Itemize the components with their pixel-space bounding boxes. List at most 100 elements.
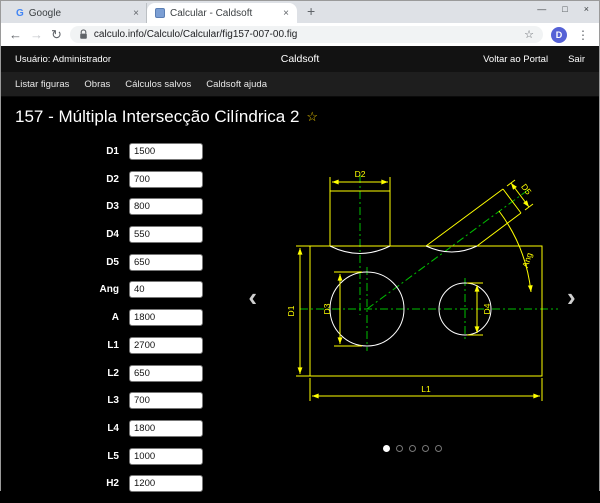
- field-input-d3[interactable]: [129, 198, 203, 216]
- logout-link[interactable]: Sair: [568, 54, 585, 65]
- form-row: D4: [1, 226, 225, 244]
- user-label: Usuário: Administrador: [15, 53, 112, 65]
- form-row: D2: [1, 170, 225, 188]
- profile-avatar[interactable]: D: [551, 26, 567, 43]
- field-input-d5[interactable]: [129, 253, 203, 271]
- dim-label-d3: D3: [322, 303, 332, 314]
- form-row: D3: [1, 198, 225, 216]
- field-label-d2: D2: [106, 173, 119, 185]
- form-row: A: [1, 309, 225, 327]
- tab-close-icon[interactable]: ×: [283, 8, 289, 19]
- new-tab-button[interactable]: +: [307, 3, 315, 19]
- field-input-l1[interactable]: [129, 336, 203, 354]
- form-row: L1: [1, 336, 225, 354]
- dim-label-d2: D2: [355, 169, 366, 179]
- nav-item-caldsoft-ajuda[interactable]: Caldsoft ajuda: [206, 79, 267, 90]
- minimize-icon[interactable]: —: [537, 4, 546, 14]
- tab-calcular-caldsoft[interactable]: Calcular - Caldsoft ×: [147, 3, 297, 23]
- close-icon[interactable]: ×: [584, 4, 589, 14]
- carousel-dot[interactable]: [382, 445, 390, 452]
- caldsoft-favicon-icon: [155, 8, 165, 18]
- favorite-star-icon[interactable]: ☆: [306, 109, 318, 125]
- field-label-d3: D3: [106, 201, 119, 213]
- dim-label-d1: D1: [286, 305, 296, 316]
- parameter-form: D1 D2 D3 D4 D5 Ang A L1 L2 L3 L4 L5 H2: [1, 143, 225, 503]
- forward-icon[interactable]: →: [30, 28, 43, 41]
- maximize-icon[interactable]: □: [562, 4, 567, 14]
- field-label-d5: D5: [106, 256, 119, 268]
- site-nav: Listar figuras Obras Cálculos salvos Cal…: [1, 72, 599, 97]
- browser-window: G Google × Calcular - Caldsoft × + — □ ×…: [0, 0, 600, 503]
- lock-icon: [80, 29, 87, 39]
- field-label-l3: L3: [107, 395, 119, 407]
- field-label-l4: L4: [107, 422, 119, 434]
- oblique-intersection-curve: [425, 245, 478, 253]
- top-intersection-curve: [329, 245, 391, 254]
- form-row: Ang: [1, 281, 225, 299]
- carousel-next-icon[interactable]: ›: [567, 284, 576, 310]
- browser-navbar: ← → ↻ calculo.info/Calculo/Calcular/fig1…: [1, 23, 599, 46]
- field-label-a: A: [111, 312, 119, 324]
- carousel-dot[interactable]: [395, 445, 403, 452]
- field-input-l3[interactable]: [129, 392, 203, 410]
- intersection-geometry: [329, 245, 492, 347]
- form-row: L2: [1, 364, 225, 382]
- dimensions: [296, 177, 543, 401]
- figure-carousel: ‹ D1 D2 D3 D4 D5 Ang L1 ›: [225, 149, 599, 409]
- address-bar[interactable]: calculo.info/Calculo/Calcular/fig157-007…: [69, 26, 543, 43]
- tab-strip: G Google × Calcular - Caldsoft × + — □ ×: [1, 1, 599, 23]
- nav-item-calculos-salvos[interactable]: Cálculos salvos: [125, 79, 191, 90]
- field-label-l2: L2: [107, 367, 119, 379]
- field-input-l4[interactable]: [129, 419, 203, 437]
- carousel-dot[interactable]: [408, 445, 416, 452]
- field-input-l5[interactable]: [129, 447, 203, 465]
- window-controls: — □ ×: [537, 4, 589, 14]
- url-text[interactable]: calculo.info/Calculo/Calcular/fig157-007…: [94, 29, 518, 40]
- field-input-d1[interactable]: [129, 143, 203, 160]
- portal-link[interactable]: Voltar ao Portal: [483, 54, 548, 65]
- form-row: D5: [1, 253, 225, 271]
- nav-item-obras[interactable]: Obras: [84, 79, 110, 90]
- bookmark-star-icon[interactable]: ☆: [524, 28, 534, 41]
- oblique-cylinder: [425, 188, 522, 247]
- form-row: L5: [1, 447, 225, 465]
- form-row: L4: [1, 419, 225, 437]
- back-icon[interactable]: ←: [9, 28, 22, 41]
- field-input-a[interactable]: [129, 309, 203, 327]
- form-row: D1: [1, 143, 225, 160]
- carousel-prev-icon[interactable]: ‹: [248, 284, 257, 310]
- page-content: 157 - Múltipla Intersecção Cilíndrica 2 …: [1, 107, 599, 503]
- body-outline: [309, 188, 543, 377]
- centerlines: [300, 175, 558, 351]
- google-favicon-icon: G: [16, 7, 24, 19]
- carousel-dots: [225, 445, 599, 452]
- field-input-d2[interactable]: [129, 170, 203, 188]
- field-input-ang[interactable]: [129, 281, 203, 299]
- site-header: Usuário: Administrador Caldsoft Voltar a…: [1, 46, 599, 72]
- technical-drawing: D1 D2 D3 D4 D5 Ang L1: [286, 169, 558, 401]
- field-label-l5: L5: [107, 450, 119, 462]
- form-row: H2: [1, 475, 225, 493]
- reload-icon[interactable]: ↻: [51, 28, 62, 41]
- tab-title: Calcular - Caldsoft: [170, 7, 253, 19]
- form-row: L3: [1, 392, 225, 410]
- carousel-dot[interactable]: [421, 445, 429, 452]
- dim-label-l1: L1: [421, 384, 431, 394]
- dim-label-d4: D4: [482, 303, 492, 314]
- nav-item-listar-figuras[interactable]: Listar figuras: [15, 79, 69, 90]
- tab-google[interactable]: G Google ×: [9, 3, 147, 23]
- figure-title: 157 - Múltipla Intersecção Cilíndrica 2: [15, 107, 300, 126]
- page-title: 157 - Múltipla Intersecção Cilíndrica 2 …: [15, 107, 599, 127]
- field-input-h2[interactable]: [129, 475, 203, 493]
- field-input-d4[interactable]: [129, 226, 203, 244]
- carousel-dot[interactable]: [434, 445, 442, 452]
- field-label-h2: H2: [106, 478, 119, 490]
- field-label-l1: L1: [107, 339, 119, 351]
- field-input-l2[interactable]: [129, 364, 203, 382]
- field-label-d1: D1: [106, 146, 119, 157]
- field-label-d4: D4: [106, 229, 119, 241]
- dimension-labels: D1 D2 D3 D4 D5 Ang L1: [286, 169, 534, 394]
- browser-menu-icon[interactable]: ⋮: [575, 28, 591, 42]
- tab-close-icon[interactable]: ×: [133, 8, 139, 19]
- field-label-ang: Ang: [99, 284, 119, 296]
